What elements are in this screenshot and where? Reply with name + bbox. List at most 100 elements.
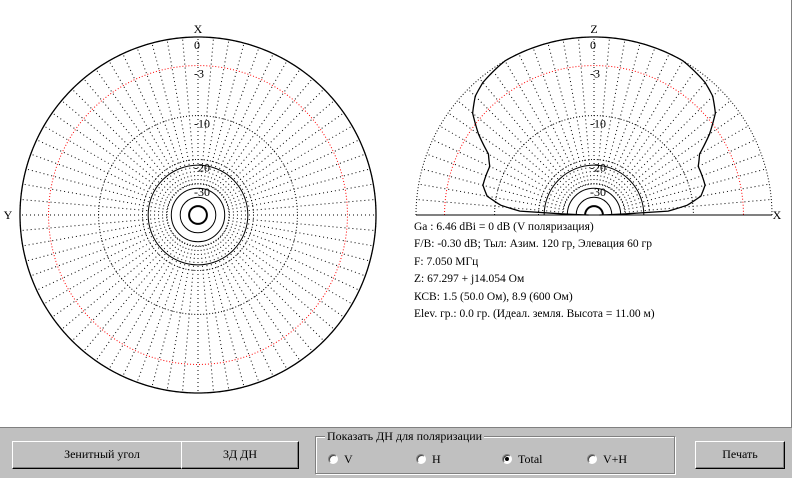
azimuth-inner-circle [147, 164, 249, 266]
azimuth-spoke [205, 244, 245, 388]
elevation-inner-circle [584, 205, 604, 216]
elevation-spoke [421, 168, 565, 208]
polarization-group-label: Показать ДН для поляризации [325, 429, 485, 443]
azimuth-inner-circle [188, 205, 208, 225]
azimuth-spoke [228, 217, 376, 232]
azimuth-ring-label: -10 [194, 117, 210, 131]
elevation-spoke [623, 168, 767, 208]
elevation-axis-top-label: Z [590, 22, 597, 36]
radio-v-plus-h-indicator[interactable] [587, 454, 597, 464]
radio-h[interactable]: H [416, 452, 441, 466]
radio-h-indicator[interactable] [416, 454, 426, 464]
elevation-spoke [622, 153, 762, 205]
azimuth-ring-label: -3 [194, 67, 204, 81]
pattern-3d-button[interactable]: 3Д ДН [181, 441, 299, 469]
elevation-spoke [479, 78, 575, 192]
azimuth-spoke [83, 238, 179, 352]
radio-v-plus-h[interactable]: V+H [587, 452, 627, 466]
polarization-group: Показать ДН для поляризации V H Total V+… [315, 429, 675, 474]
elevation-spoke [532, 47, 584, 187]
zenith-angle-button[interactable]: Зенитный угол [12, 441, 192, 469]
frequency-info: F: 7.050 МГц [414, 255, 479, 268]
elevation-spoke [624, 198, 772, 213]
azimuth-spoke [51, 112, 173, 198]
elevation-info: Elev. гр.: 0.0 гр. (Идеал. земля. Высота… [414, 307, 655, 320]
elevation-spoke [619, 112, 741, 198]
elevation-spoke [617, 100, 731, 196]
azimuth-spoke [223, 232, 345, 318]
azimuth-spoke [151, 42, 191, 186]
azimuth-ring-minus20 [141, 158, 255, 272]
azimuth-spoke [208, 243, 260, 383]
radio-total[interactable]: Total [502, 452, 543, 466]
azimuth-spoke [61, 100, 175, 196]
azimuth-spoke [223, 112, 345, 198]
elevation-axis-right-label: X [773, 208, 782, 222]
elevation-spoke [504, 60, 579, 189]
azimuth-inner-circle [179, 196, 217, 234]
elevation-spoke [457, 100, 571, 196]
gain-info: Ga : 6.46 dBi = 0 dB (V поляризация) [414, 221, 594, 233]
plot-area: 0 -3 -10 -20 -30 X Y 0 -3 -10 -20 -30 Z X Ga : 6.46 d… [0, 0, 792, 428]
elevation-spoke [416, 198, 564, 213]
elevation-spoke [547, 42, 587, 186]
azimuth-spoke [226, 225, 366, 277]
azimuth-spoke [25, 222, 169, 262]
radio-v-indicator[interactable] [328, 454, 338, 464]
elevation-spoke [601, 42, 641, 186]
azimuth-spoke [136, 243, 188, 383]
radio-total-indicator[interactable] [502, 454, 512, 464]
elevation-spoke [491, 68, 577, 190]
azimuth-spoke [71, 88, 177, 194]
azimuth-spoke [83, 78, 179, 192]
elevation-ring-label: -3 [590, 67, 600, 81]
radio-v-plus-h-label: V+H [603, 451, 628, 466]
info-panel: Ga : 6.46 dBi = 0 dB (V поляризация) F/B… [414, 219, 655, 323]
azimuth-spoke [20, 217, 168, 232]
azimuth-spoke [71, 236, 177, 342]
azimuth-spoke [43, 230, 172, 305]
azimuth-spoke [219, 88, 325, 194]
radio-h-label: H [432, 451, 441, 466]
azimuth-spoke [181, 245, 196, 393]
elevation-spoke [447, 112, 569, 198]
azimuth-spoke [205, 42, 245, 186]
azimuth-axis-top-label: X [194, 22, 203, 36]
elevation-ring-label: -10 [590, 117, 606, 131]
azimuth-spoke [219, 236, 325, 342]
elevation-ring-label: -20 [590, 160, 606, 174]
azimuth-spoke [136, 47, 188, 187]
azimuth-spoke [43, 125, 172, 200]
azimuth-spoke [221, 234, 335, 330]
azimuth-spoke [200, 245, 215, 393]
radio-total-label: Total [518, 451, 543, 466]
azimuth-spoke [95, 240, 181, 362]
swr-info: КСВ: 1.5 (50.0 Ом), 8.9 (600 Ом) [414, 290, 573, 303]
azimuth-spoke [224, 125, 353, 200]
azimuth-spoke [51, 232, 173, 318]
azimuth-spoke [217, 238, 313, 352]
print-button[interactable]: Печать [695, 441, 785, 469]
radiation-pattern-plots: 0-3-10-20-30XY0-3-10-20-30ZX [4, 22, 782, 394]
azimuth-spoke [108, 60, 183, 189]
radio-v-label: V [344, 451, 353, 466]
elevation-spoke [439, 125, 568, 200]
azimuth-spoke [227, 168, 371, 208]
azimuth-spoke [61, 234, 175, 330]
azimuth-ring-label: -20 [194, 160, 210, 174]
azimuth-spoke [25, 168, 169, 208]
azimuth-ring-minus10 [98, 114, 298, 316]
azimuth-spoke [213, 241, 288, 370]
azimuth-spoke [215, 240, 301, 362]
azimuth-spoke [20, 198, 168, 213]
radio-v[interactable]: V [328, 452, 353, 466]
azimuth-spoke [217, 78, 313, 192]
impedance-info: Z: 67.297 + j14.054 Ом [414, 273, 525, 286]
azimuth-spoke [95, 68, 181, 190]
azimuth-spoke [151, 244, 191, 388]
azimuth-spoke [30, 225, 170, 277]
elevation-spoke [613, 78, 709, 192]
azimuth-ring-0 [19, 36, 377, 394]
azimuth-spoke [108, 241, 183, 370]
elevation-ring-label: 0 [590, 38, 596, 52]
